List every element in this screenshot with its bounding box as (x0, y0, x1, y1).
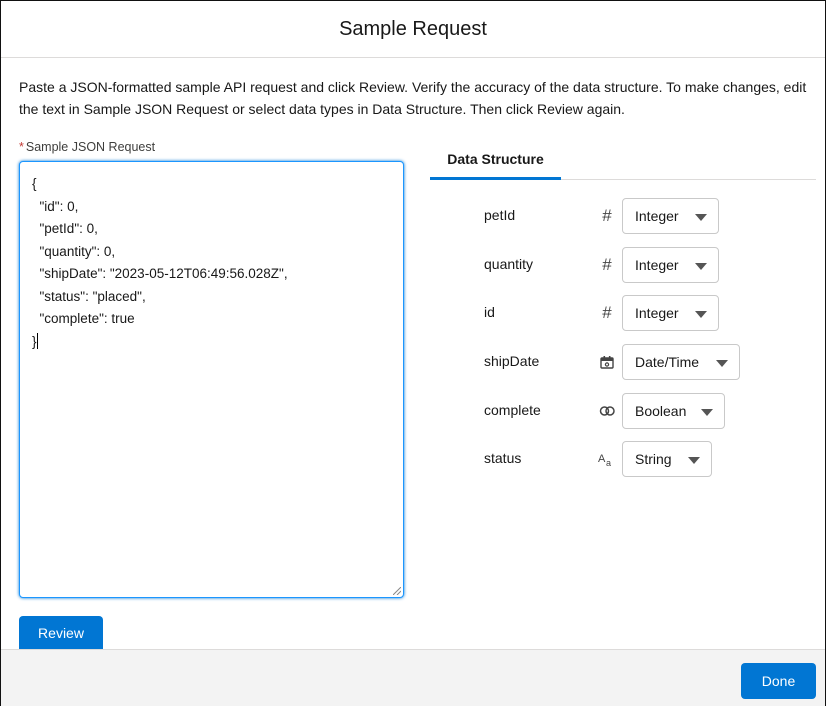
dropdown-arrow-icon (695, 263, 707, 270)
instructions-text: Paste a JSON-formatted sample API reques… (19, 79, 807, 117)
field-name: id (484, 304, 495, 320)
field-name: complete (484, 402, 541, 418)
field-name: quantity (484, 256, 534, 272)
data-structure-row: shipDate Date/Time (484, 344, 784, 380)
json-request-label: * Sample JSON Request (19, 140, 155, 154)
text-cursor (36, 332, 38, 349)
svg-text:A: A (598, 453, 606, 465)
hash-icon: # (602, 206, 612, 225)
type-select-value: Integer (635, 257, 679, 273)
type-select-value: String (635, 451, 672, 467)
dropdown-arrow-icon (695, 214, 707, 221)
boolean-rings-icon (598, 400, 616, 422)
type-select-petid[interactable]: Integer (622, 198, 719, 234)
json-request-textarea[interactable]: { "id": 0, "petId": 0, "quantity": 0, "s… (19, 161, 404, 598)
json-request-label-text: Sample JSON Request (25, 140, 156, 154)
data-structure-row: quantity # Integer (484, 247, 784, 283)
modal-header: Sample Request (1, 1, 825, 58)
hash-icon: # (602, 303, 612, 322)
type-select-value: Date/Time (635, 354, 700, 370)
review-button[interactable]: Review (19, 616, 103, 650)
modal-footer (1, 649, 825, 706)
hash-icon: # (602, 255, 612, 274)
type-select-value: Integer (635, 305, 679, 321)
type-select-quantity[interactable]: Integer (622, 247, 719, 283)
modal-title: Sample Request (339, 17, 487, 40)
type-select-status[interactable]: String (622, 441, 712, 477)
text-type-icon: A a (598, 448, 616, 470)
dropdown-arrow-icon (688, 457, 700, 464)
type-select-value: Integer (635, 208, 679, 224)
resize-grip-icon[interactable] (393, 587, 401, 595)
data-structure-row: id # Integer (484, 295, 784, 331)
dropdown-arrow-icon (701, 409, 713, 416)
json-request-text[interactable]: { "id": 0, "petId": 0, "quantity": 0, "s… (32, 176, 288, 349)
data-structure-row: complete Boolean (484, 393, 784, 429)
type-select-complete[interactable]: Boolean (622, 393, 725, 429)
calendar-icon (598, 351, 616, 373)
field-name: petId (484, 207, 516, 223)
data-structure-row: status A a String (484, 441, 784, 477)
type-select-id[interactable]: Integer (622, 295, 719, 331)
required-marker: * (19, 140, 24, 154)
data-structure-row: petId # Integer (484, 198, 784, 234)
dropdown-arrow-icon (695, 311, 707, 318)
type-select-shipdate[interactable]: Date/Time (622, 344, 740, 380)
dropdown-arrow-icon (716, 360, 728, 367)
type-select-value: Boolean (635, 403, 687, 419)
svg-text:a: a (606, 458, 611, 467)
tab-data-structure[interactable]: Data Structure (430, 141, 561, 180)
done-button[interactable]: Done (741, 663, 816, 699)
field-name: status (484, 450, 522, 466)
tab-bar: Data Structure (430, 141, 816, 180)
sample-request-modal: Sample Request Paste a JSON-formatted sa… (0, 0, 826, 706)
field-name: shipDate (484, 353, 540, 369)
